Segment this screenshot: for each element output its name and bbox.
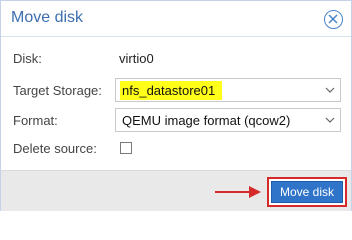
close-icon[interactable] [324,10,343,29]
chevron-down-icon[interactable] [320,79,340,101]
dialog-title: Move disk [11,9,84,26]
arrow-right-icon [215,186,261,198]
delete-source-label: Delete source: [13,141,97,156]
target-storage-select[interactable]: nfs_datastore01 [115,78,341,102]
chevron-down-icon[interactable] [320,109,340,131]
dialog-title-bar: Move disk [1,1,351,37]
move-disk-button-outline: Move disk [267,177,347,207]
dialog-footer: Move disk [1,170,351,211]
form-area: Disk: virtio0 Target Storage: nfs_datast… [1,38,351,170]
disk-value: virtio0 [119,51,154,66]
target-storage-value: nfs_datastore01 [122,83,216,98]
disk-label: Disk: [13,51,42,66]
format-value: QEMU image format (qcow2) [122,113,291,128]
move-disk-dialog: Move disk Disk: virtio0 Target Storage: … [0,0,352,211]
format-select[interactable]: QEMU image format (qcow2) [115,108,341,132]
move-disk-button[interactable]: Move disk [271,181,343,203]
delete-source-checkbox[interactable] [120,142,132,154]
target-storage-label: Target Storage: [13,83,102,98]
format-label: Format: [13,113,58,128]
